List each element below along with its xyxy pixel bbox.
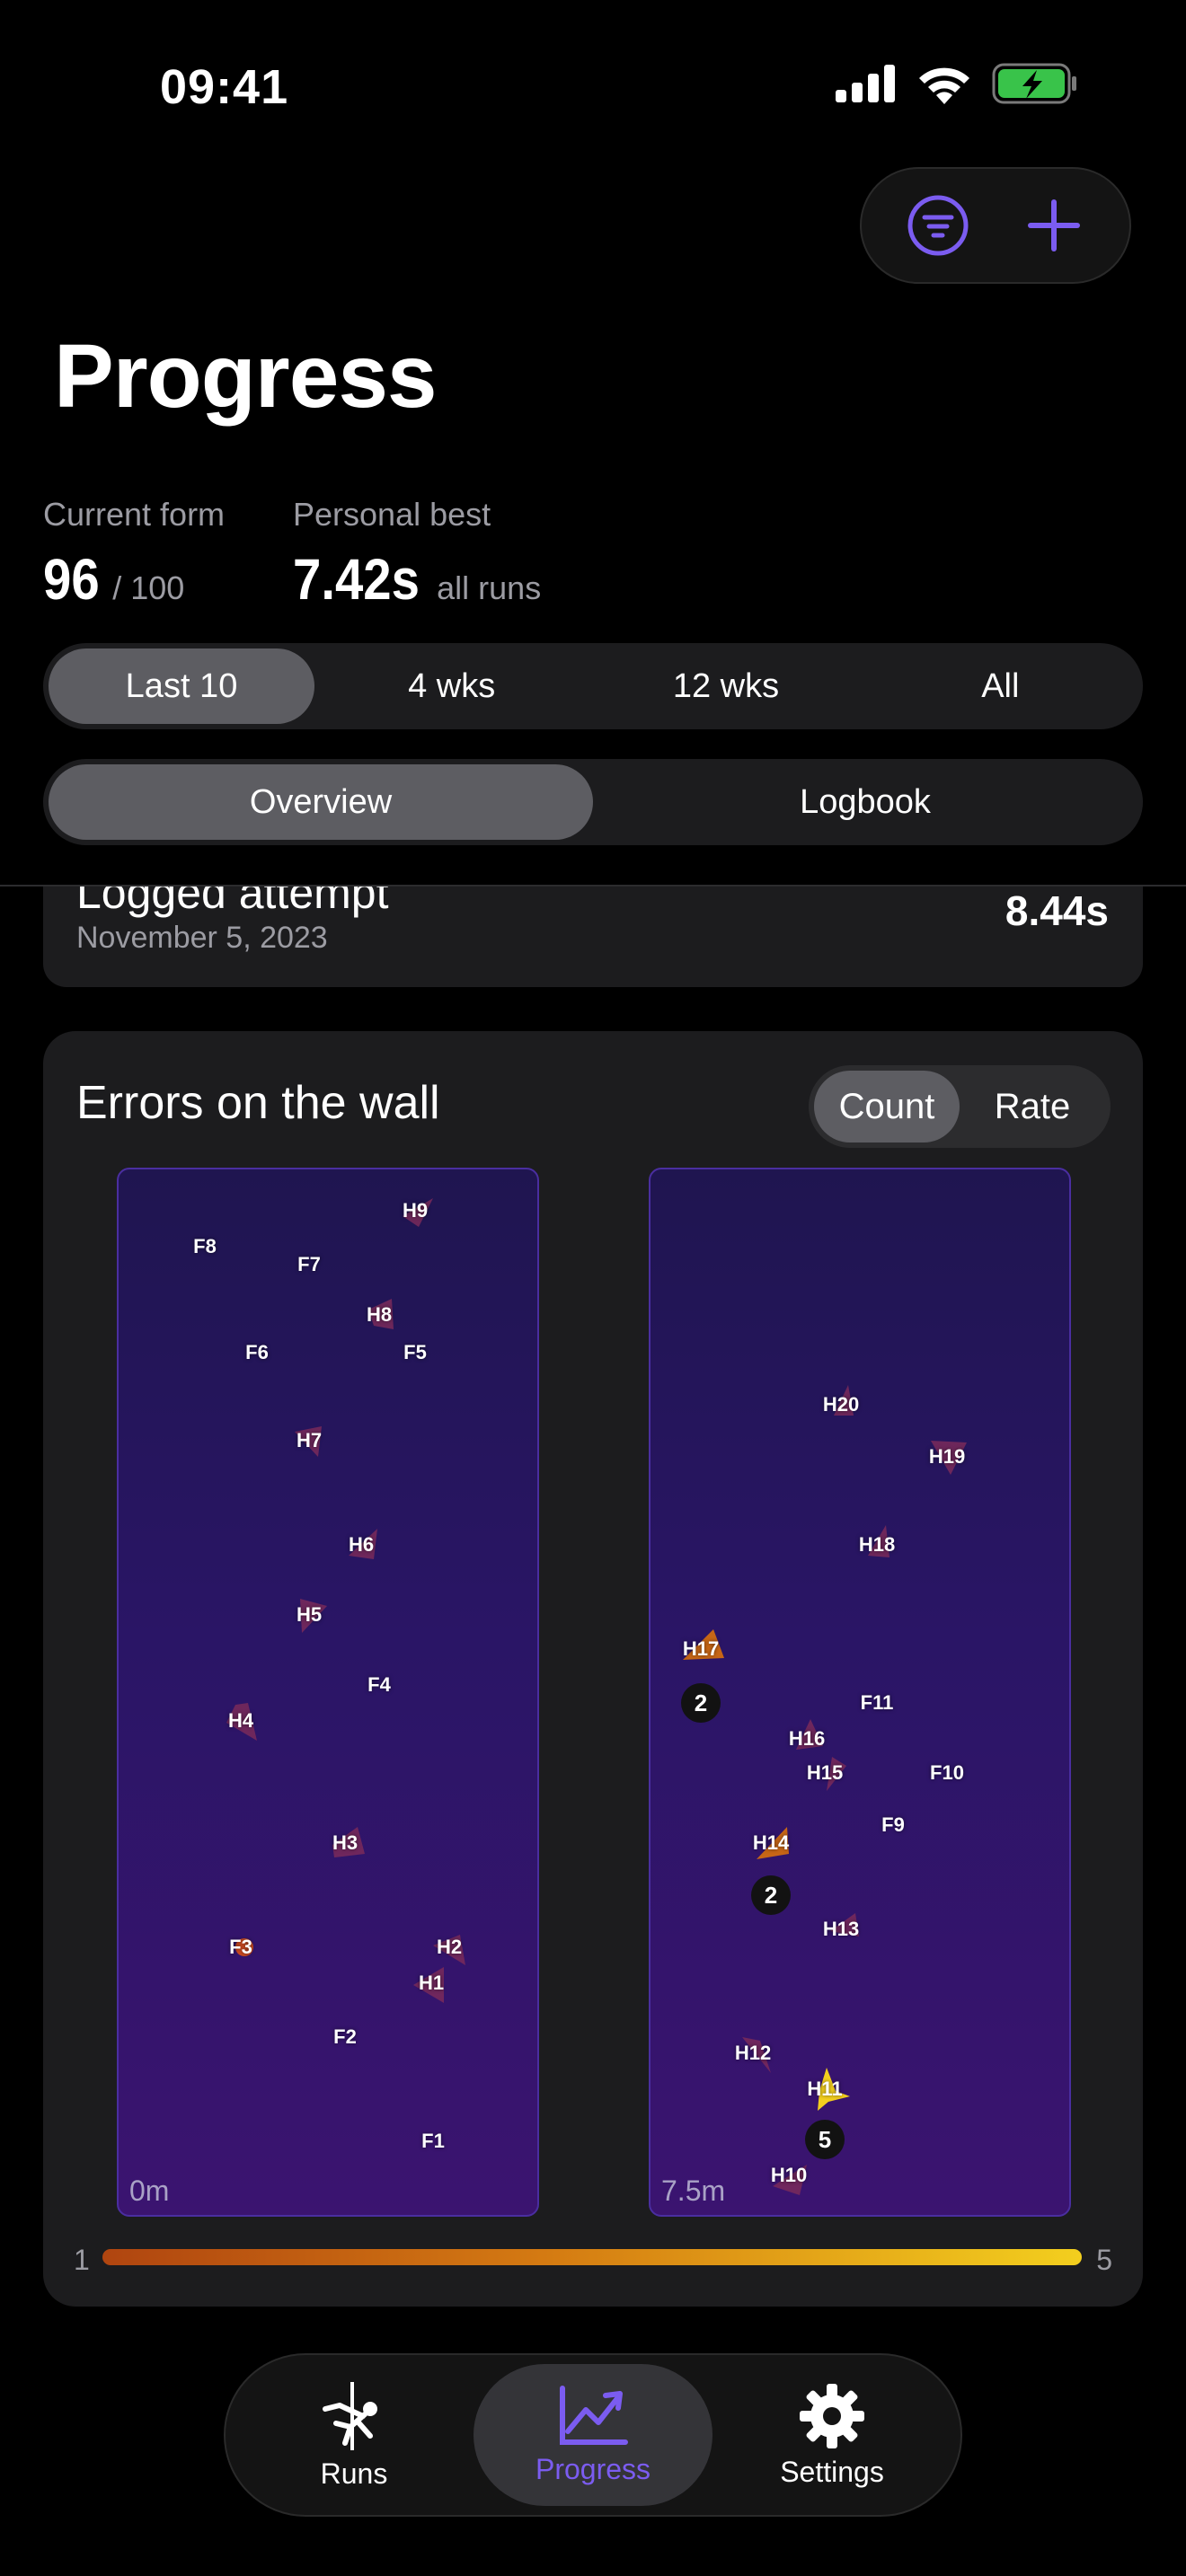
wall-left-distance: 0m bbox=[129, 2175, 170, 2207]
errors-card: Errors on the wall Count Rate H9 F8 F7 H… bbox=[43, 1031, 1143, 2307]
wall-right-distance: 7.5m bbox=[661, 2175, 726, 2207]
error-count-badge: 2 bbox=[751, 1875, 791, 1915]
errors-title: Errors on the wall bbox=[76, 1077, 440, 1129]
attempt-date: November 5, 2023 bbox=[76, 921, 328, 955]
view-tab-overview[interactable]: Overview bbox=[49, 764, 593, 840]
gear-icon bbox=[800, 2383, 864, 2448]
logged-attempt-card[interactable]: Logged attempt November 5, 2023 8.44s bbox=[43, 887, 1143, 987]
wall-right: H20 H19 H18 H17 2 F11 H16 H15 F10 F9 H14 bbox=[649, 1168, 1071, 2217]
tab-progress[interactable]: Progress bbox=[474, 2364, 712, 2506]
personal-best-stat: Personal best 7.42s all runs bbox=[293, 496, 541, 613]
tab-settings[interactable]: Settings bbox=[712, 2364, 951, 2506]
chart-trend-icon bbox=[560, 2385, 628, 2445]
page-title: Progress bbox=[54, 326, 438, 427]
mode-rate[interactable]: Rate bbox=[960, 1071, 1105, 1142]
climber-icon bbox=[323, 2381, 377, 2450]
status-time: 09:41 bbox=[160, 60, 289, 114]
current-form-suffix: / 100 bbox=[112, 569, 185, 606]
personal-best-suffix: all runs bbox=[437, 569, 542, 606]
status-icons bbox=[836, 63, 1078, 104]
attempt-time: 8.44s bbox=[1005, 887, 1109, 934]
range-segmented-control: Last 10 4 wks 12 wks All bbox=[43, 643, 1143, 729]
view-segmented-control: Overview Logbook bbox=[43, 759, 1143, 845]
filter-icon bbox=[907, 195, 968, 256]
range-tab-12-wks[interactable]: 12 wks bbox=[589, 648, 863, 724]
plus-icon bbox=[1027, 199, 1080, 251]
errors-mode-toggle: Count Rate bbox=[809, 1065, 1111, 1148]
wall-left: H9 F8 F7 H8 F6 F5 H7 H6 H5 F4 H4 H3 F3 H… bbox=[117, 1168, 539, 2217]
add-button[interactable] bbox=[1013, 185, 1094, 266]
tab-runs[interactable]: Runs bbox=[235, 2364, 474, 2506]
current-form-label: Current form bbox=[43, 496, 226, 533]
mode-count[interactable]: Count bbox=[814, 1071, 960, 1142]
personal-best-label: Personal best bbox=[293, 496, 491, 533]
personal-best-value: 7.42s bbox=[293, 547, 420, 612]
error-count-badge: 2 bbox=[681, 1683, 721, 1723]
tab-bar: Runs Progress Settings bbox=[224, 2353, 962, 2517]
filter-button[interactable] bbox=[898, 185, 978, 266]
current-form-value: 96 bbox=[43, 547, 100, 612]
range-tab-4-wks[interactable]: 4 wks bbox=[314, 648, 589, 724]
tab-runs-label: Runs bbox=[320, 2457, 388, 2490]
error-color-scale bbox=[102, 2249, 1082, 2265]
signal-icon bbox=[836, 65, 895, 102]
tab-progress-label: Progress bbox=[535, 2452, 651, 2485]
battery-icon bbox=[992, 63, 1076, 104]
current-form-stat: Current form 96 / 100 bbox=[43, 496, 225, 613]
top-actions bbox=[860, 167, 1131, 284]
range-tab-last-10[interactable]: Last 10 bbox=[49, 648, 314, 724]
view-tab-logbook[interactable]: Logbook bbox=[593, 764, 1137, 840]
scale-max-label: 5 bbox=[1096, 2244, 1112, 2276]
scale-min-label: 1 bbox=[74, 2244, 90, 2276]
range-tab-all[interactable]: All bbox=[863, 648, 1137, 724]
attempt-title: Logged attempt bbox=[76, 887, 389, 918]
tab-settings-label: Settings bbox=[780, 2455, 884, 2488]
wifi-icon bbox=[919, 67, 969, 104]
